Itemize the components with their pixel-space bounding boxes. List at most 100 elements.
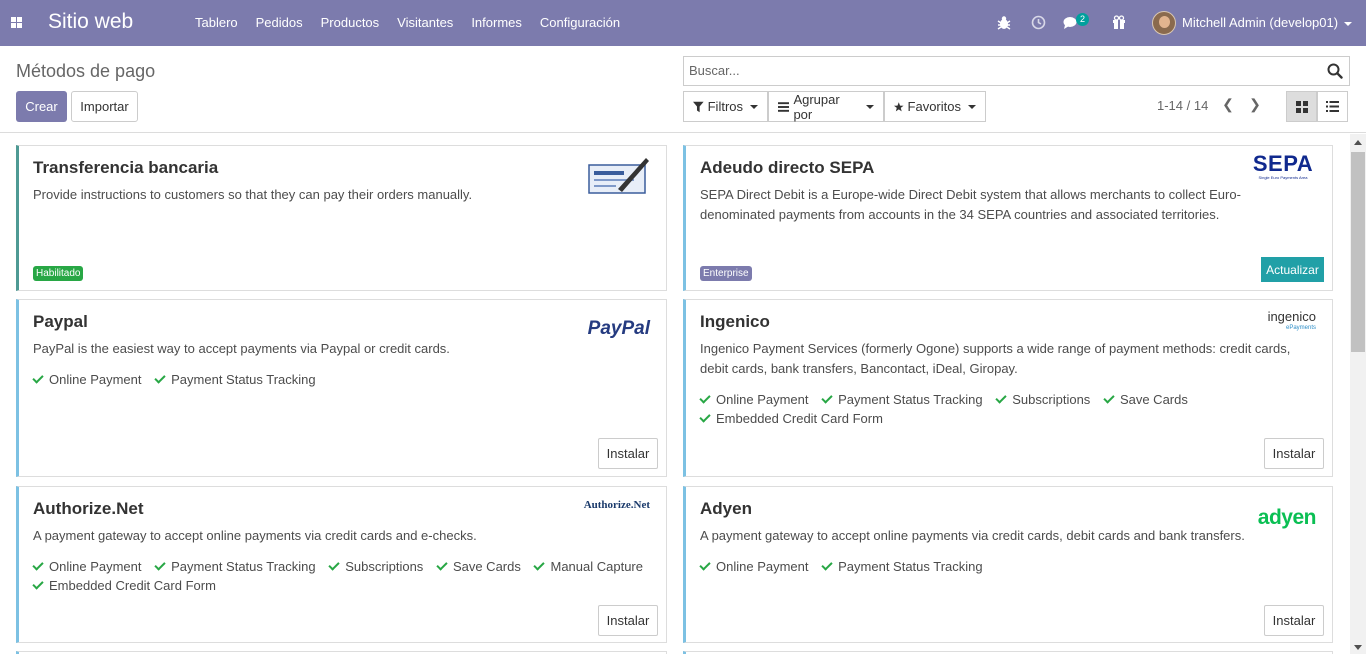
scrollbar[interactable] xyxy=(1350,134,1366,654)
upgrade-button[interactable]: Actualizar xyxy=(1261,257,1324,282)
check-icon xyxy=(32,372,44,384)
list-icon xyxy=(1326,101,1339,112)
kanban-view-button[interactable] xyxy=(1286,91,1317,122)
pager-value[interactable]: 1-14 / 14 xyxy=(1157,98,1208,113)
check-icon xyxy=(154,372,166,384)
menu-item-configuracion[interactable]: Configuración xyxy=(531,0,629,46)
payment-card-ingenico[interactable]: Ingenico Ingenico Payment Services (form… xyxy=(683,299,1333,477)
card-description: SEPA Direct Debit is a Europe-wide Direc… xyxy=(700,187,1241,222)
adyen-logo: adyen xyxy=(1257,506,1317,529)
menu-item-tablero[interactable]: Tablero xyxy=(186,0,247,46)
card-description: Ingenico Payment Services (formerly Ogon… xyxy=(700,341,1291,376)
install-button[interactable]: Instalar xyxy=(1264,605,1324,636)
feature-label: Payment Status Tracking xyxy=(838,559,983,574)
user-avatar[interactable] xyxy=(1152,11,1176,35)
filter-icon xyxy=(693,101,704,112)
check-icon xyxy=(533,559,546,571)
clock-icon[interactable] xyxy=(1031,15,1046,30)
kanban-view: Transferencia bancaria Provide instructi… xyxy=(0,134,1350,654)
check-icon xyxy=(699,411,711,423)
feature-label: Payment Status Tracking xyxy=(838,392,983,407)
feature-item: Embedded Credit Card Form xyxy=(699,409,883,428)
payment-card-adyen[interactable]: Adyen A payment gateway to accept online… xyxy=(683,486,1333,643)
check-icon xyxy=(699,559,711,571)
paypal-logo: PayPal xyxy=(587,318,650,339)
menu-item-informes[interactable]: Informes xyxy=(462,0,531,46)
feature-label: Manual Capture xyxy=(550,559,643,574)
check-icon xyxy=(436,559,448,571)
check-icon xyxy=(699,392,711,404)
scroll-up-icon[interactable] xyxy=(1354,140,1362,145)
check-icon xyxy=(32,559,44,571)
list-view-button[interactable] xyxy=(1317,91,1348,122)
menu-item-productos[interactable]: Productos xyxy=(312,0,389,46)
feature-label: Subscriptions xyxy=(1012,392,1091,407)
search-icon[interactable] xyxy=(1327,63,1343,79)
feature-label: Online Payment xyxy=(716,559,809,574)
feature-item: Online Payment xyxy=(699,557,809,576)
scroll-down-icon[interactable] xyxy=(1354,645,1362,650)
feature-label: Online Payment xyxy=(49,559,142,574)
payment-card-transfer[interactable]: Transferencia bancaria Provide instructi… xyxy=(16,145,667,291)
ingenico-logo-subtext: ePayments xyxy=(1285,325,1316,331)
feature-label: Subscriptions xyxy=(345,559,424,574)
payment-card-sepa[interactable]: Adeudo directo SEPA SEPA Direct Debit is… xyxy=(683,145,1333,291)
bank-cheque-logo xyxy=(588,158,649,194)
card-title: Adyen xyxy=(700,499,752,518)
feature-list: Online Payment Payment Status Tracking xyxy=(699,557,1300,576)
user-menu[interactable]: Mitchell Admin (develop01) xyxy=(1182,0,1353,46)
card-title: Authorize.Net xyxy=(33,499,144,518)
feature-label: Online Payment xyxy=(716,392,809,407)
card-title: Adeudo directo SEPA xyxy=(700,158,875,177)
install-button[interactable]: Instalar xyxy=(598,438,658,469)
feature-list: Online Payment Payment Status Tracking xyxy=(32,370,633,389)
feature-item: Manual Capture xyxy=(533,557,643,576)
import-button[interactable]: Importar xyxy=(71,91,138,122)
feature-item: Payment Status Tracking xyxy=(154,370,316,389)
sepa-logo: SEPA Single Euro Payments Area xyxy=(1250,153,1316,181)
card-description: A payment gateway to accept online payme… xyxy=(700,528,1245,543)
user-name: Mitchell Admin (develop01) xyxy=(1182,15,1339,30)
sepa-logo-text: SEPA xyxy=(1252,151,1314,176)
gift-icon[interactable] xyxy=(1112,15,1126,30)
control-panel: Métodos de pago Crear Importar Filtros A… xyxy=(0,46,1366,133)
scrollbar-thumb[interactable] xyxy=(1351,152,1365,352)
favorites-button[interactable]: Favoritos xyxy=(884,91,986,122)
create-button[interactable]: Crear xyxy=(16,91,67,122)
list-icon xyxy=(778,101,790,112)
feature-label: Payment Status Tracking xyxy=(171,372,316,387)
ingenico-logo-text: ingenico xyxy=(1267,309,1316,324)
payment-card-paypal[interactable]: Paypal PayPal is the easiest way to acce… xyxy=(16,299,667,477)
pager-previous-icon[interactable]: ❮ xyxy=(1218,96,1238,116)
pager-next-icon[interactable]: ❯ xyxy=(1245,96,1265,116)
menu-item-pedidos[interactable]: Pedidos xyxy=(247,0,312,46)
messages-badge: 2 xyxy=(1076,13,1090,26)
check-icon xyxy=(328,559,340,571)
group-by-label: Agrupar por xyxy=(793,91,840,122)
check-icon xyxy=(821,392,833,404)
payment-card-authorize[interactable]: Authorize.Net A payment gateway to accep… xyxy=(16,486,667,643)
search-box xyxy=(683,56,1350,86)
check-icon xyxy=(154,559,166,571)
feature-item: Embedded Credit Card Form xyxy=(32,576,216,595)
sepa-logo-subtext: Single Euro Payments Area xyxy=(1258,175,1308,180)
check-icon xyxy=(32,578,44,590)
ingenico-logo: ingenico ePayments xyxy=(1268,310,1316,332)
filters-label: Filtros xyxy=(707,99,743,114)
search-input[interactable] xyxy=(689,63,1309,78)
menu-item-visitantes[interactable]: Visitantes xyxy=(388,0,462,46)
filters-button[interactable]: Filtros xyxy=(683,91,768,122)
check-icon xyxy=(1103,392,1115,404)
enterprise-badge: Enterprise xyxy=(700,266,752,281)
star-icon xyxy=(894,101,904,111)
group-by-button[interactable]: Agrupar por xyxy=(768,91,884,122)
feature-list: Online Payment Payment Status Tracking S… xyxy=(32,557,653,595)
install-button[interactable]: Instalar xyxy=(1264,438,1324,469)
install-button[interactable]: Instalar xyxy=(598,605,658,636)
check-icon xyxy=(821,559,833,571)
bug-icon[interactable] xyxy=(997,15,1011,31)
card-title: Paypal xyxy=(33,312,88,331)
apps-icon[interactable] xyxy=(11,17,22,28)
feature-item: Payment Status Tracking xyxy=(821,390,983,409)
app-brand[interactable]: Sitio web xyxy=(48,10,133,34)
